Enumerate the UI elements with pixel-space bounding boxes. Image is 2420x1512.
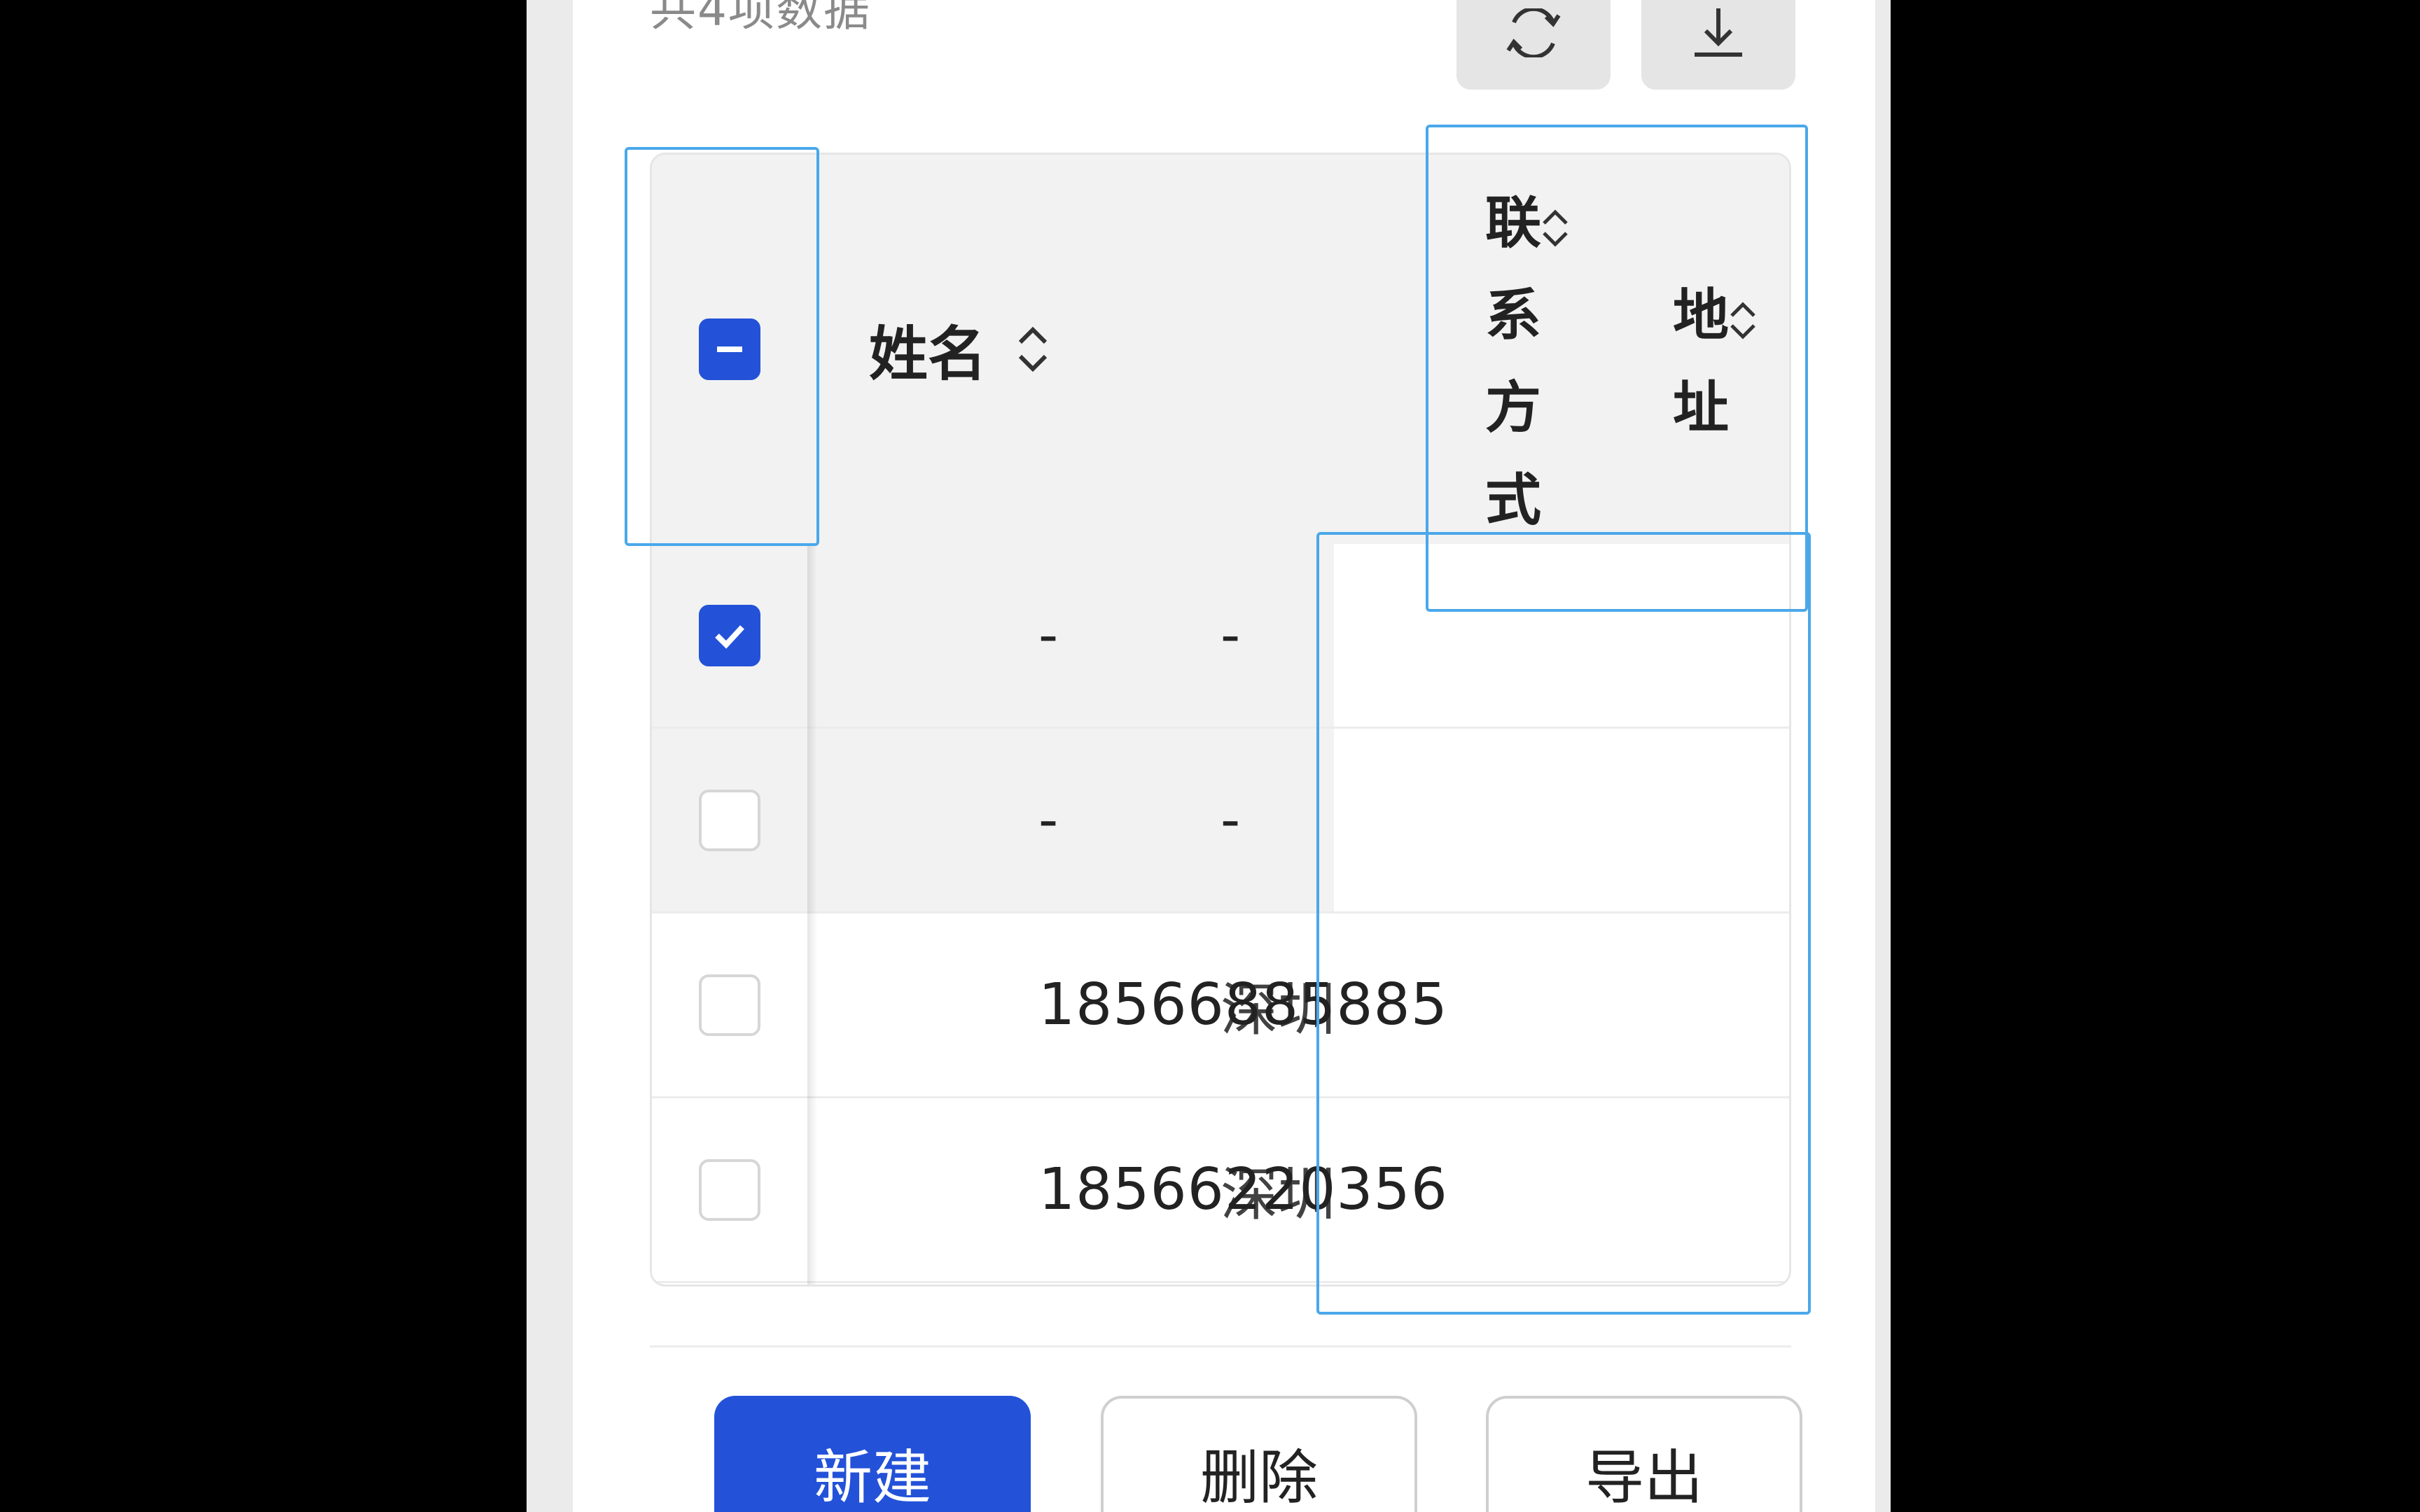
row-checkbox-cell — [652, 913, 807, 1096]
row-checkbox-cell — [652, 729, 807, 911]
column-header-name-label: 姓名 — [869, 319, 987, 388]
column-header-name[interactable]: 姓名 — [869, 155, 1051, 544]
export-button[interactable]: 导出 — [1486, 1396, 1802, 1512]
header-checkbox-cell — [652, 155, 807, 544]
table-row[interactable]: 18566885885 深圳 — [652, 913, 1789, 1098]
table-row[interactable]: - - — [652, 544, 1789, 729]
cell-name: - — [1038, 603, 1059, 667]
column-header-contact[interactable]: 联系方式 — [1485, 177, 1568, 547]
cell-contact: - — [1221, 788, 1241, 852]
cell-contact: - — [1221, 603, 1241, 667]
select-all-checkbox[interactable] — [699, 318, 760, 380]
refresh-icon — [1506, 8, 1561, 57]
download-icon — [1695, 8, 1742, 57]
data-table: 姓名 联系方式 地址 - - - - 18566885885 深圳 185662… — [650, 153, 1791, 1287]
row-checkbox-cell — [652, 1098, 807, 1281]
new-button[interactable]: 新建 — [714, 1396, 1031, 1512]
refresh-button[interactable] — [1456, 0, 1611, 90]
record-count-text: 共4项数据 — [650, 0, 871, 36]
fixed-column-shadow — [807, 544, 817, 1284]
download-button[interactable] — [1641, 0, 1795, 90]
table-row[interactable]: 18566220356 深圳 — [652, 1098, 1789, 1283]
table-panel: 共4项数据 姓名 联系方式 地址 - - - - 18566885885 深圳 … — [573, 0, 1875, 1512]
cell-address: 深圳 — [1221, 1162, 1336, 1228]
sort-icon[interactable] — [1726, 298, 1760, 344]
sort-icon[interactable] — [1015, 323, 1051, 376]
column-header-address-label: 地址 — [1673, 283, 1729, 440]
delete-button[interactable]: 删除 — [1101, 1396, 1417, 1512]
sort-icon[interactable] — [1538, 205, 1572, 251]
table-row[interactable]: - - — [652, 729, 1789, 913]
row-checkbox[interactable] — [699, 1158, 760, 1221]
column-header-contact-label: 联系方式 — [1485, 190, 1541, 533]
minus-icon — [717, 346, 742, 352]
row-checkbox[interactable] — [699, 789, 760, 851]
row-checkbox[interactable] — [699, 974, 760, 1036]
table-header: 姓名 联系方式 地址 — [652, 155, 1789, 544]
check-icon — [715, 624, 744, 649]
row-checkbox-cell — [652, 544, 807, 727]
cell-address: 深圳 — [1221, 977, 1336, 1044]
row-checkbox[interactable] — [699, 604, 760, 666]
column-header-address[interactable]: 地址 — [1673, 270, 1755, 454]
footer-divider — [650, 1345, 1791, 1348]
screen: 共4项数据 姓名 联系方式 地址 - - - - 18566885885 深圳 … — [0, 0, 2420, 1512]
cell-name: - — [1038, 788, 1059, 852]
